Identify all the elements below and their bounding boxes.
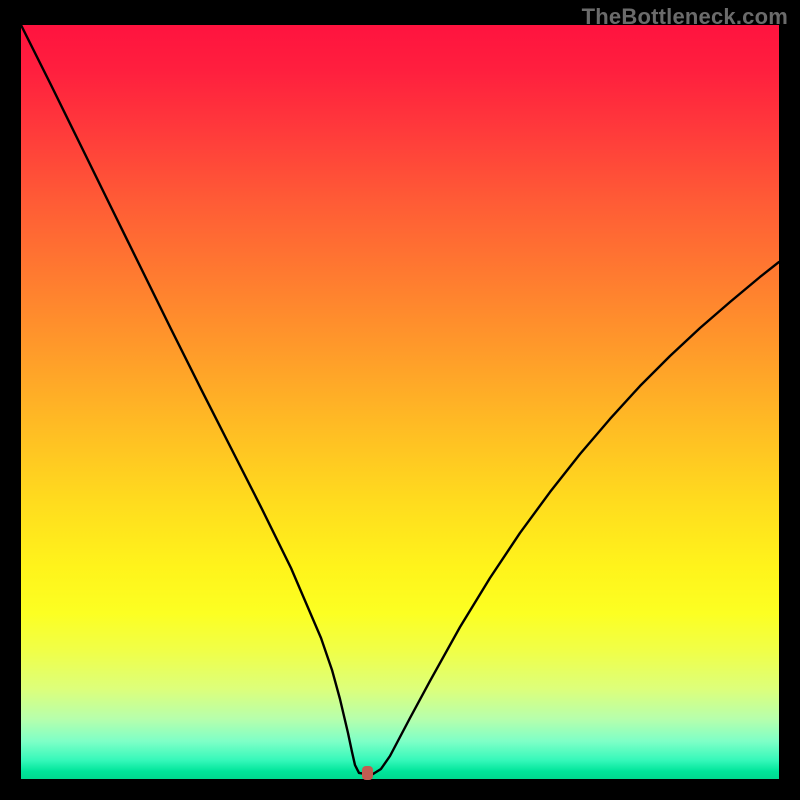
curve-svg bbox=[21, 25, 779, 779]
bottleneck-curve bbox=[21, 25, 779, 774]
plot-area bbox=[21, 25, 779, 779]
optimum-marker bbox=[362, 766, 373, 780]
chart-frame: TheBottleneck.com bbox=[0, 0, 800, 800]
